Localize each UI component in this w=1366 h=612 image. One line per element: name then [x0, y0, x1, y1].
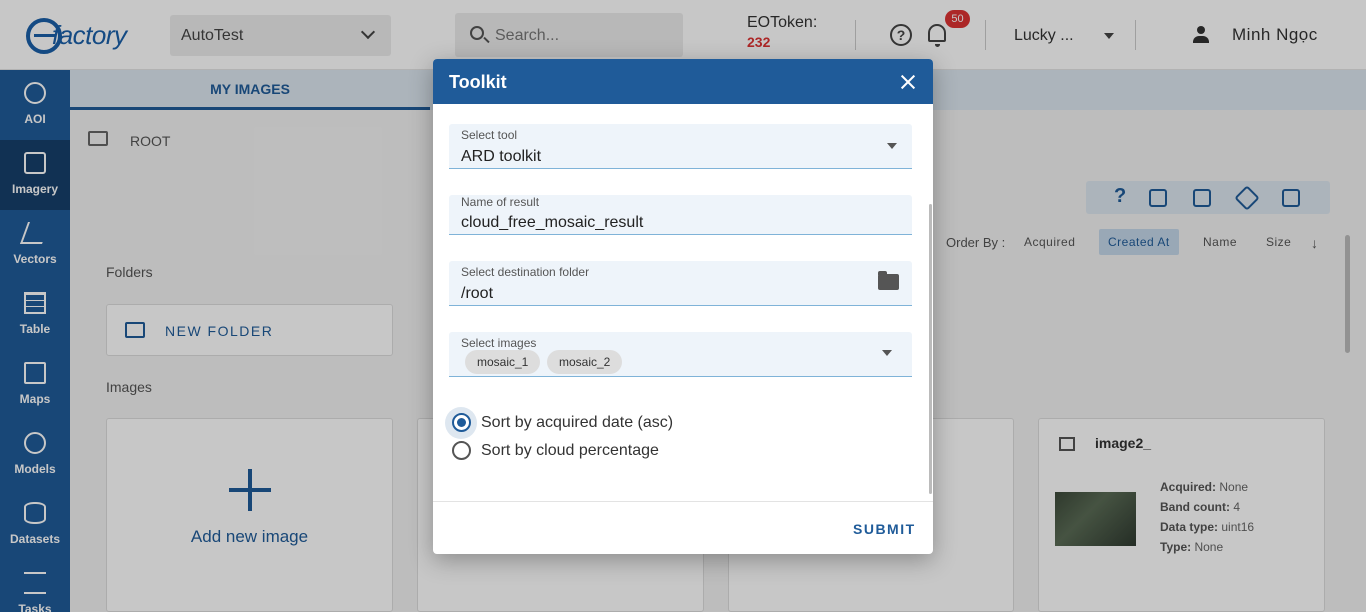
radio-button-checked[interactable]: [452, 413, 471, 432]
image-chip[interactable]: mosaic_1: [465, 350, 541, 374]
field-label: Select destination folder: [461, 265, 590, 279]
toolkit-dialog: Toolkit Select tool ARD toolkit Name of …: [433, 59, 933, 554]
close-icon[interactable]: [900, 74, 916, 90]
field-value: cloud_free_mosaic_result: [461, 214, 644, 231]
select-tool-field[interactable]: Select tool ARD toolkit: [449, 124, 912, 169]
folder-icon[interactable]: [878, 271, 899, 290]
radio-button[interactable]: [452, 441, 471, 460]
select-images-field[interactable]: Select images mosaic_1 mosaic_2: [449, 332, 912, 377]
field-label: Name of result: [461, 195, 540, 209]
field-value: ARD toolkit: [461, 148, 542, 165]
dialog-scrollbar[interactable]: [929, 204, 932, 494]
radio-label: Sort by acquired date (asc): [481, 414, 674, 431]
field-label: Select images: [461, 336, 537, 350]
caret-down-icon: [882, 350, 892, 356]
submit-button[interactable]: SUBMIT: [853, 521, 916, 537]
field-value: /root: [461, 285, 494, 302]
image-chip[interactable]: mosaic_2: [547, 350, 623, 374]
field-label: Select tool: [461, 128, 518, 142]
radio-label: Sort by cloud percentage: [481, 442, 659, 459]
dialog-footer: SUBMIT: [433, 501, 933, 554]
destination-folder-field[interactable]: Select destination folder /root: [449, 261, 912, 306]
dialog-header: Toolkit: [433, 59, 933, 104]
dialog-title: Toolkit: [449, 72, 507, 92]
caret-down-icon: [887, 143, 897, 149]
result-name-input[interactable]: Name of result cloud_free_mosaic_result: [449, 195, 912, 235]
